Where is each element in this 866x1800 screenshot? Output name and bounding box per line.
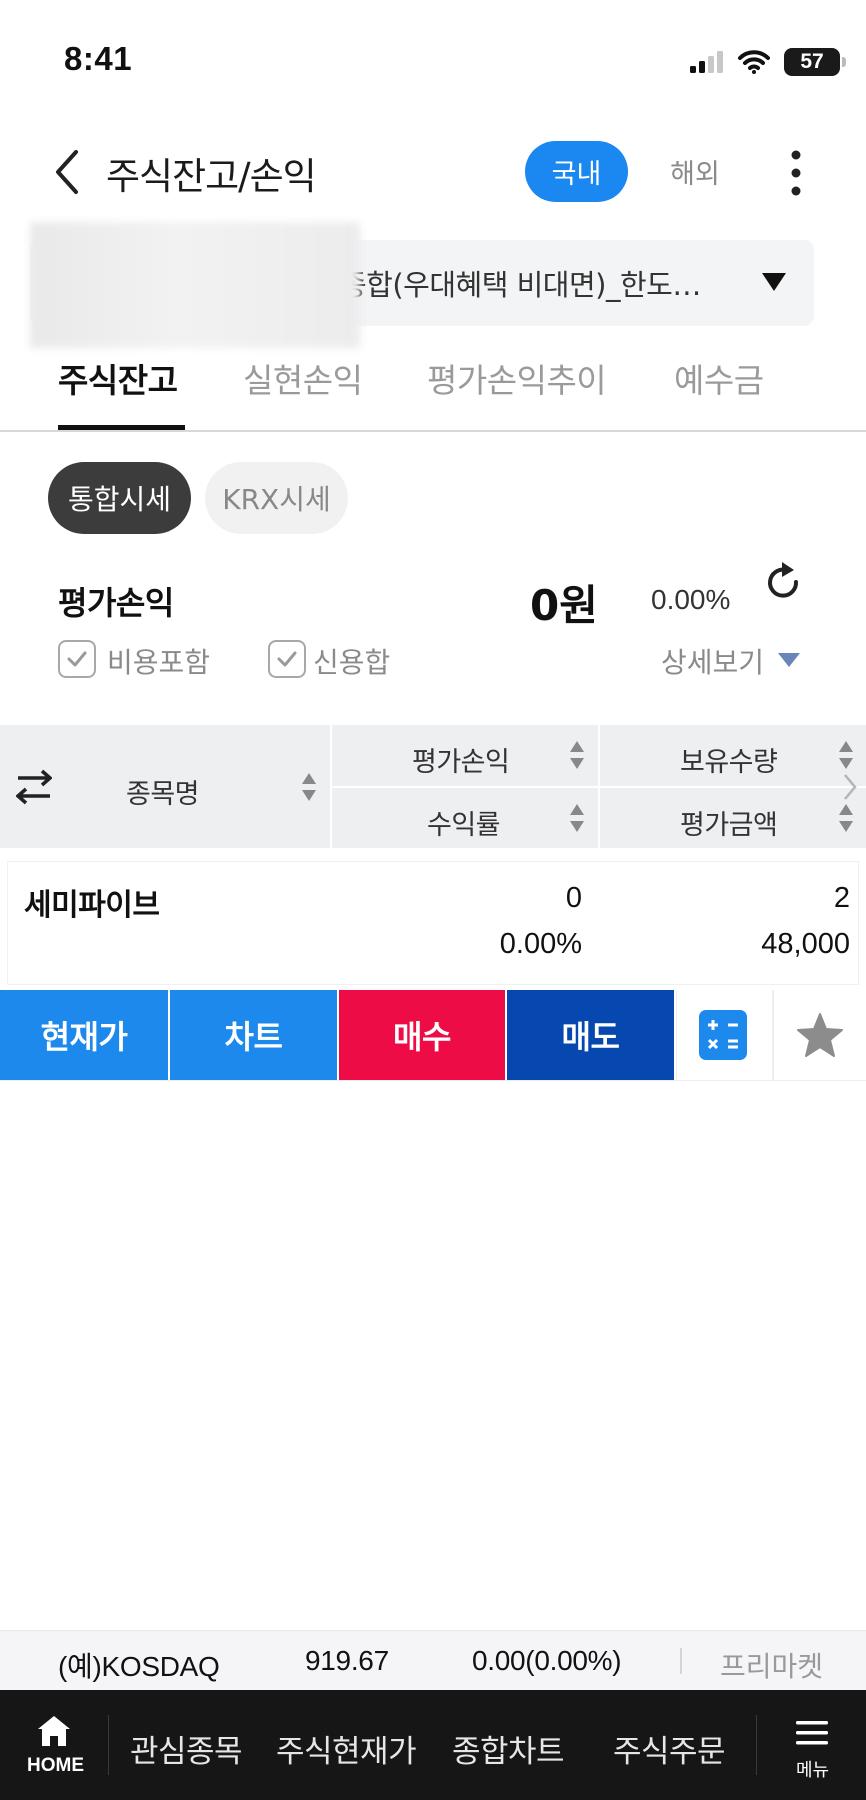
stock-value: 48,000 <box>761 928 850 960</box>
stock-rate: 0.00% <box>499 928 582 960</box>
dropdown-caret-icon[interactable] <box>762 273 786 291</box>
overseas-toggle[interactable]: 해외 <box>655 141 735 202</box>
swap-icon[interactable] <box>16 768 52 806</box>
account-number-blur <box>30 222 360 348</box>
status-time: 8:41 <box>64 40 133 77</box>
favorite-button[interactable] <box>772 990 866 1080</box>
menu-icon[interactable] <box>796 1720 828 1746</box>
check-icon <box>277 651 297 667</box>
col-value-header[interactable]: 평가금액 <box>680 803 778 842</box>
credit-sum-checkbox[interactable] <box>268 640 306 678</box>
col-name-header[interactable]: 종목명 <box>126 772 200 811</box>
valuation-pnl-amount: 0원 <box>530 581 598 630</box>
detail-view-button[interactable]: 상세보기 <box>661 641 764 681</box>
credit-sum-label: 신용합 <box>313 646 391 679</box>
domestic-toggle[interactable]: 국내 <box>525 141 628 202</box>
menu-label[interactable]: 메뉴 <box>796 1756 829 1782</box>
sort-icon[interactable] <box>569 740 585 770</box>
signal-icon <box>690 51 723 73</box>
valuation-pnl-rate: 0.00% <box>651 584 731 615</box>
sort-icon[interactable] <box>301 772 317 802</box>
current-price-button[interactable]: 현재가 <box>0 990 168 1080</box>
check-icon <box>67 651 87 667</box>
buy-button[interactable]: 매수 <box>339 990 505 1080</box>
nav-separator <box>756 1715 757 1775</box>
fee-include-label: 비용포함 <box>107 646 211 679</box>
refresh-icon[interactable] <box>764 560 804 604</box>
ticker-value: 919.67 <box>305 1645 389 1676</box>
tab-active-indicator <box>58 425 185 430</box>
krx-quote-button[interactable]: KRX시세 <box>205 462 348 534</box>
nav-order[interactable]: 주식주문 <box>613 1726 726 1771</box>
stock-qty: 2 <box>833 882 850 914</box>
fee-include-checkbox[interactable] <box>58 640 96 678</box>
nav-separator <box>108 1715 109 1775</box>
scroll-right-chevron-icon[interactable] <box>843 772 857 802</box>
page-title: 주식잔고/손익 <box>106 155 317 198</box>
calculator-button[interactable] <box>676 990 768 1080</box>
ticker-session: 프리마켓 <box>720 1650 824 1683</box>
tab-realized-pnl[interactable]: 실현손익 <box>243 354 363 402</box>
ticker-name: (예)KOSDAQ <box>58 1651 220 1682</box>
nav-stock-price[interactable]: 주식현재가 <box>276 1726 417 1771</box>
battery-icon: 57 <box>784 48 846 76</box>
star-icon <box>797 1013 843 1057</box>
back-icon[interactable] <box>50 148 84 196</box>
col-qty-header[interactable]: 보유수량 <box>680 740 778 779</box>
chart-button[interactable]: 차트 <box>170 990 337 1080</box>
account-name: 종합(우대혜택 비대면)_한도… <box>340 268 701 302</box>
status-icons: 57 <box>690 46 846 78</box>
home-icon[interactable] <box>36 1714 72 1748</box>
tab-divider <box>0 430 866 432</box>
tab-valuation-trend[interactable]: 평가손익추이 <box>427 354 607 402</box>
col-pnl-header[interactable]: 평가손익 <box>412 740 510 779</box>
nav-chart[interactable]: 종합차트 <box>452 1726 565 1771</box>
wifi-icon <box>738 50 770 74</box>
sort-icon[interactable] <box>838 740 854 770</box>
tab-stock-balance[interactable]: 주식잔고 <box>58 354 178 402</box>
detail-caret-icon <box>778 653 800 667</box>
ticker-change: 0.00(0.00%) <box>472 1645 622 1676</box>
stock-name: 세미파이브 <box>24 888 160 923</box>
nav-watchlist[interactable]: 관심종목 <box>130 1726 243 1771</box>
integrated-quote-button[interactable]: 통합시세 <box>48 462 191 534</box>
table-header-hline <box>332 786 866 788</box>
home-label[interactable]: HOME <box>27 1755 84 1777</box>
calculator-icon <box>698 1010 747 1060</box>
col-rate-header[interactable]: 수익률 <box>427 803 501 842</box>
sort-icon[interactable] <box>838 803 854 833</box>
sell-button[interactable]: 매도 <box>507 990 674 1080</box>
sort-icon[interactable] <box>569 803 585 833</box>
action-bar-divider <box>0 1080 866 1081</box>
ticker-separator <box>680 1648 682 1674</box>
stock-pnl: 0 <box>565 882 582 914</box>
tab-deposit[interactable]: 예수금 <box>674 354 764 402</box>
more-icon[interactable] <box>788 150 804 196</box>
valuation-pnl-label: 평가손익 <box>58 584 174 622</box>
